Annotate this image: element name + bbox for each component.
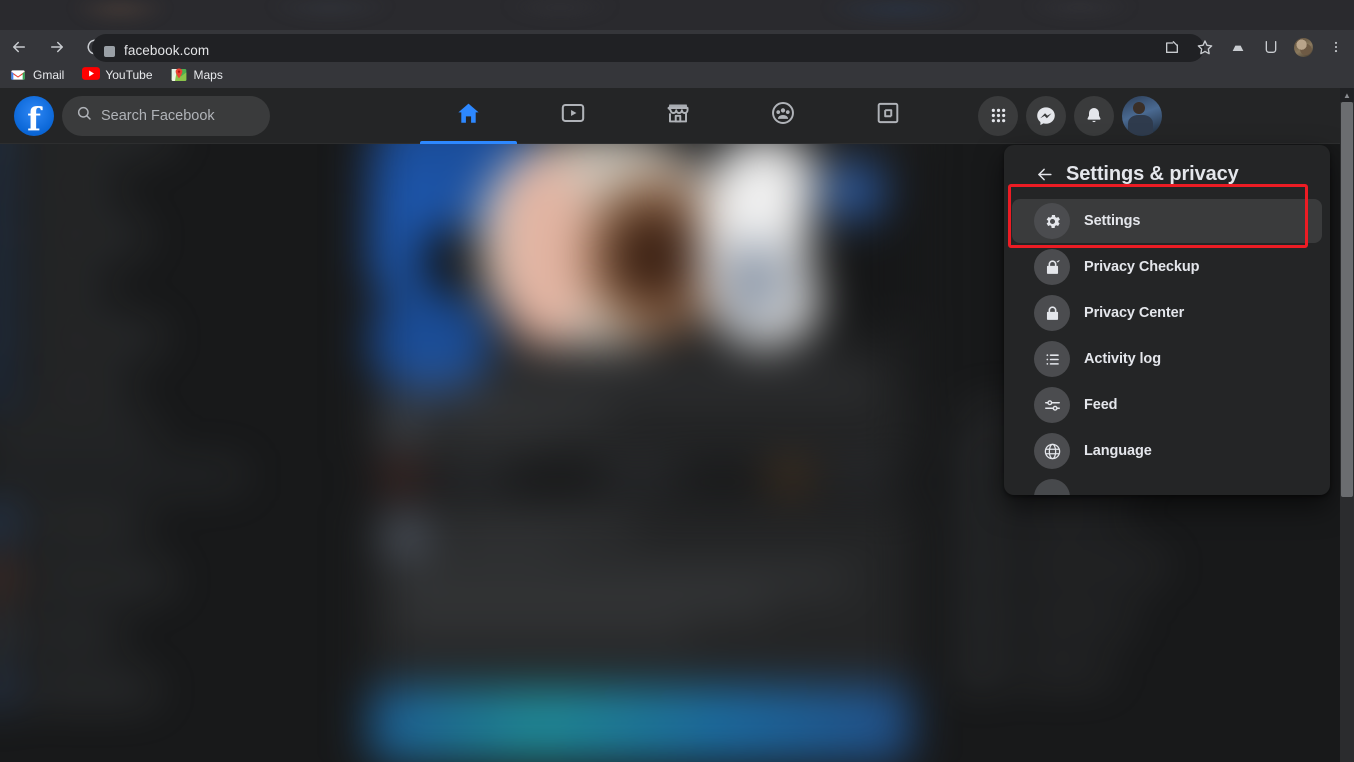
center-feed-blurred xyxy=(360,144,922,762)
menu-item-privacy-checkup[interactable]: Privacy Checkup xyxy=(1012,245,1322,289)
partial-icon xyxy=(1034,479,1070,495)
bookmark-label: Maps xyxy=(193,68,223,82)
gear-icon xyxy=(1034,203,1070,239)
extension-puzzle-icon[interactable] xyxy=(1228,37,1248,57)
bookmark-label: Gmail xyxy=(33,68,65,82)
browser-chrome: facebook.com Gmail YouTube Maps xyxy=(0,0,1354,88)
header-left: Search Facebook xyxy=(0,95,320,139)
menu-item-settings[interactable]: Settings xyxy=(1012,199,1322,243)
menu-item-label: Settings xyxy=(1084,213,1141,229)
scrollbar-thumb[interactable] xyxy=(1341,102,1353,497)
bookmark-maps[interactable]: Maps xyxy=(171,65,223,85)
edit-bookmark-icon[interactable] xyxy=(1162,37,1182,57)
gmail-icon xyxy=(10,67,26,83)
screen: facebook.com Gmail YouTube Maps f Search… xyxy=(0,0,1354,762)
menu-item-label: Feed xyxy=(1084,397,1118,413)
page-scrollbar[interactable]: ▲ xyxy=(1340,88,1354,762)
marketplace-shop-icon xyxy=(665,100,691,131)
facebook-main-nav xyxy=(378,88,978,144)
menu-item-feed[interactable]: Feed xyxy=(1012,383,1322,427)
bookmark-label: YouTube xyxy=(105,68,153,82)
menu-item-language[interactable]: Language xyxy=(1012,429,1322,473)
profile-avatar-icon[interactable] xyxy=(1294,37,1313,57)
lock-icon xyxy=(1034,295,1070,331)
scrollbar-track[interactable] xyxy=(1340,102,1354,762)
youtube-icon xyxy=(82,67,101,83)
google-maps-icon xyxy=(171,67,187,83)
nav-gaming[interactable] xyxy=(840,88,937,144)
back-arrow-icon[interactable] xyxy=(1034,164,1054,184)
panel-header: Settings & privacy xyxy=(1012,153,1322,195)
menu-item-activity-log[interactable]: Activity log xyxy=(1012,337,1322,381)
browser-toolbar-actions xyxy=(1162,36,1346,58)
groups-people-icon xyxy=(770,100,796,131)
menu-item-partial-cutoff[interactable] xyxy=(1012,475,1322,495)
home-icon xyxy=(455,100,482,132)
bookmark-star-icon[interactable] xyxy=(1195,37,1215,57)
menu-item-privacy-center[interactable]: Privacy Center xyxy=(1012,291,1322,335)
bookmarks-bar: Gmail YouTube Maps xyxy=(0,62,1354,88)
menu-item-label: Activity log xyxy=(1084,351,1161,367)
forward-button[interactable] xyxy=(46,36,68,58)
tab-strip-blurred-content xyxy=(0,0,1354,34)
menu-item-label: Language xyxy=(1084,443,1152,459)
left-sidebar-blurred xyxy=(0,144,360,762)
bell-icon[interactable] xyxy=(1074,95,1114,136)
reading-list-icon[interactable] xyxy=(1261,37,1281,57)
address-bar-url: facebook.com xyxy=(124,43,210,58)
back-button[interactable] xyxy=(8,36,30,58)
account-avatar[interactable] xyxy=(1122,95,1162,136)
address-bar[interactable]: facebook.com xyxy=(92,34,1204,62)
nav-groups[interactable] xyxy=(735,88,832,144)
site-info-icon[interactable] xyxy=(104,46,115,57)
search-icon xyxy=(76,105,92,126)
page-title: Settings & privacy xyxy=(1066,162,1239,185)
gaming-controller-icon xyxy=(875,100,901,131)
list-icon xyxy=(1034,341,1070,377)
nav-video[interactable] xyxy=(525,88,622,144)
settings-and-privacy-panel: Settings & privacy Settings Privacy Chec… xyxy=(1004,145,1330,495)
bookmark-gmail[interactable]: Gmail xyxy=(10,65,64,85)
bookmark-youtube[interactable]: YouTube xyxy=(82,65,153,85)
messenger-icon[interactable] xyxy=(1026,95,1066,136)
facebook-logo-icon[interactable] xyxy=(14,95,54,139)
facebook-page: Search Facebook xyxy=(0,88,1340,762)
header-actions xyxy=(978,95,1180,136)
chrome-menu-icon[interactable] xyxy=(1326,37,1346,57)
globe-icon xyxy=(1034,433,1070,469)
menu-item-label: Privacy Center xyxy=(1084,305,1185,321)
sliders-icon xyxy=(1034,387,1070,423)
scrollbar-up-arrow[interactable]: ▲ xyxy=(1340,88,1354,102)
video-play-icon xyxy=(560,100,586,131)
settings-menu-list: Settings Privacy Checkup Privacy Center … xyxy=(1012,195,1322,495)
search-input[interactable]: Search Facebook xyxy=(62,95,270,136)
apps-grid-icon[interactable] xyxy=(978,95,1018,136)
lock-check-icon xyxy=(1034,249,1070,285)
menu-item-label: Privacy Checkup xyxy=(1084,259,1200,275)
nav-home[interactable] xyxy=(419,88,517,144)
facebook-header: Search Facebook xyxy=(0,88,1340,144)
nav-marketplace[interactable] xyxy=(630,88,727,144)
search-placeholder: Search Facebook xyxy=(101,107,215,124)
